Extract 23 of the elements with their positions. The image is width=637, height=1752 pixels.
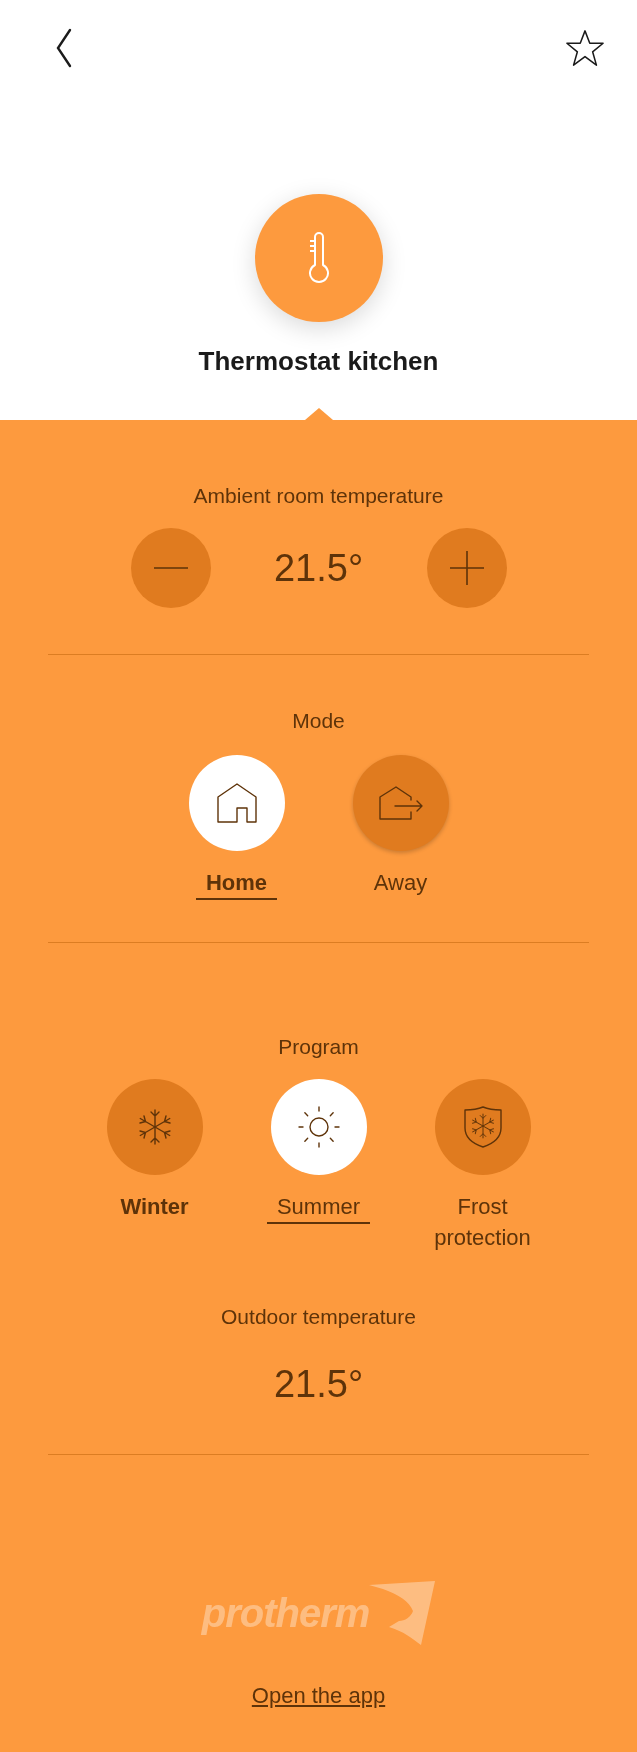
back-icon xyxy=(55,28,73,68)
section-label: Program xyxy=(278,1035,359,1059)
device-title: Thermostat kitchen xyxy=(198,346,439,377)
plus-icon xyxy=(449,551,484,585)
section-label: Mode xyxy=(292,709,345,733)
section-label: Outdoor temperature xyxy=(221,1305,416,1329)
temperature-value: 21.5° xyxy=(273,1363,364,1406)
pointer-notch xyxy=(304,408,333,420)
brand-logo: protherm xyxy=(201,1581,436,1645)
section-label: Ambient room temperature xyxy=(193,484,444,508)
house-icon xyxy=(216,783,257,823)
temperature-value: 21.5° xyxy=(272,546,365,590)
mode-label: Home xyxy=(195,867,278,900)
program-label: Summer xyxy=(266,1191,371,1224)
thermometer-icon xyxy=(307,231,330,285)
program-label: Winter xyxy=(120,1193,189,1221)
house-exit-icon xyxy=(378,786,423,820)
sun-icon xyxy=(297,1106,340,1148)
program-label: Frost protection xyxy=(433,1193,532,1252)
mode-label: Away xyxy=(373,869,428,897)
open-app-link[interactable]: Open the app xyxy=(251,1683,386,1709)
minus-icon xyxy=(153,567,188,569)
shield-snowflake-icon xyxy=(463,1106,502,1148)
